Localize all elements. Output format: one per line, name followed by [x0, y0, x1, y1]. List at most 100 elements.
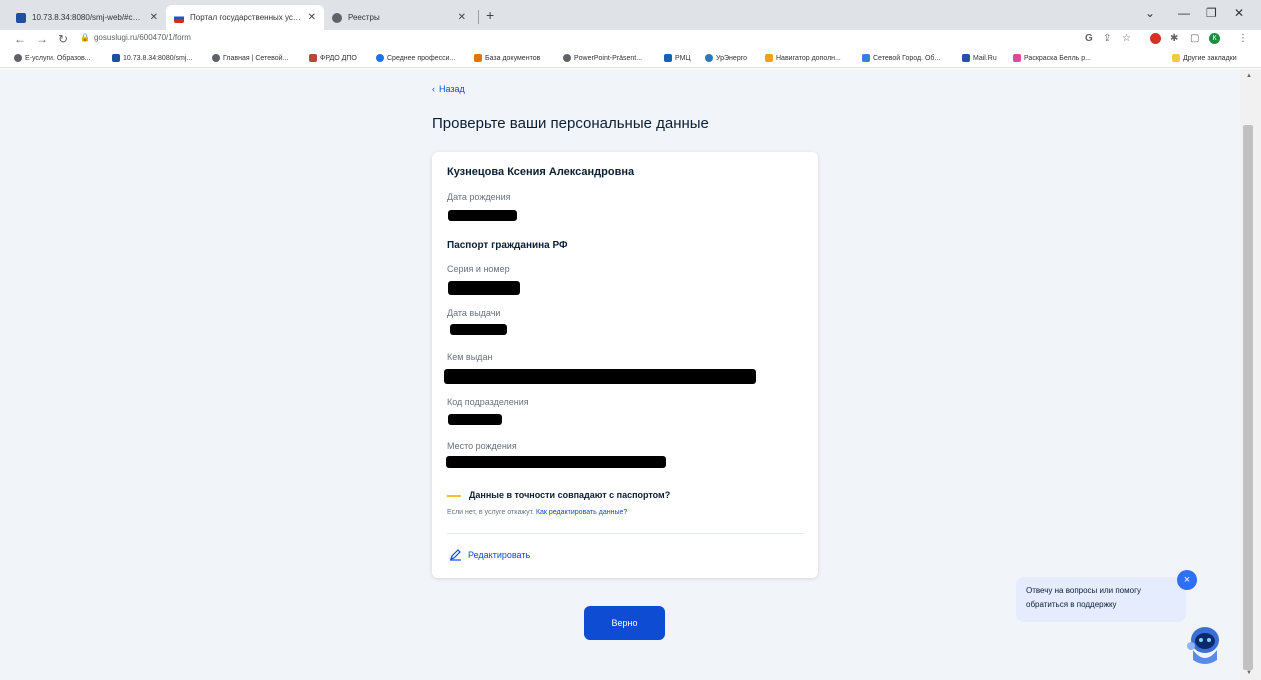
minimize-icon[interactable]: —	[1178, 6, 1190, 20]
bookmark-label: ФРДО ДПО	[320, 54, 357, 62]
new-tab-icon[interactable]: +	[486, 7, 494, 23]
chat-bubble[interactable]: Отвечу на вопросы или помогу обратиться …	[1016, 577, 1186, 622]
close-window-icon[interactable]: ✕	[1234, 6, 1244, 20]
back-link[interactable]: ‹ Назад	[432, 84, 465, 94]
profile-avatar[interactable]: К	[1209, 33, 1220, 44]
bookmark-label: Другие закладки	[1183, 54, 1237, 62]
maximize-icon[interactable]: ❐	[1206, 6, 1217, 20]
bookmark-label: Главная | Сетевой...	[223, 54, 289, 62]
tab-gosuslugi[interactable]: Портал государственных услуг ✕	[166, 5, 324, 30]
dept-code-label: Код подразделения	[447, 397, 529, 407]
chat-message: Отвечу на вопросы или помогу обратиться …	[1026, 586, 1141, 609]
bookmarks-bar: Е-услуги. Образов... 10.73.8.34:8080/smj…	[0, 50, 1261, 68]
address-bar[interactable]: 🔒 gosuslugi.ru/600470/1/form	[80, 33, 191, 42]
bookmark-item[interactable]: Раскраска Белль р...	[1013, 54, 1091, 62]
bookmark-star-icon[interactable]: ☆	[1122, 33, 1131, 44]
folder-icon	[1172, 54, 1180, 62]
birth-date-label: Дата рождения	[447, 192, 511, 202]
match-question: Данные в точности совпадают с паспортом?	[469, 490, 671, 500]
bookmark-label: Сетевой Город. Об...	[873, 54, 941, 62]
forward-arrow-icon[interactable]: →	[36, 32, 48, 46]
bookmark-label: РМЦ	[675, 54, 691, 62]
share-icon[interactable]: ⇪	[1103, 33, 1111, 44]
site-icon	[376, 54, 384, 62]
bookmark-item[interactable]: ФРДО ДПО	[309, 54, 357, 62]
close-tab-icon[interactable]: ✕	[308, 12, 316, 23]
bookmark-item[interactable]: УрЭнерго	[705, 54, 747, 62]
passport-section-title: Паспорт гражданина РФ	[447, 240, 568, 251]
tab-strip: 10.73.8.34:8080/smj-web/#collo ✕ Портал …	[0, 0, 1261, 30]
globe-icon	[212, 54, 220, 62]
tab-title: Реестры	[348, 13, 380, 22]
bookmark-label: УрЭнерго	[716, 54, 748, 62]
bookmark-item[interactable]: 10.73.8.34:8080/smj...	[112, 54, 192, 62]
edit-help-link[interactable]: Как редактировать данные?	[536, 509, 627, 516]
scroll-down-icon[interactable]: ▼	[1246, 670, 1252, 676]
site-icon	[112, 54, 120, 62]
bookmark-item[interactable]: PowerPoint-Präsent...	[563, 54, 642, 62]
tab-smj-web[interactable]: 10.73.8.34:8080/smj-web/#collo ✕	[8, 5, 166, 30]
bookmark-item[interactable]: Главная | Сетевой...	[212, 54, 288, 62]
tab-registry[interactable]: Реестры ✕	[324, 5, 474, 30]
tab-separator	[478, 10, 479, 24]
address-text: gosuslugi.ru/600470/1/form	[93, 33, 191, 42]
match-hint: Если нет, в услуге откажут. Как редактир…	[447, 509, 627, 516]
extension-icon[interactable]	[1150, 33, 1161, 44]
bookmark-item[interactable]: Mail.Ru	[962, 54, 997, 62]
close-tab-icon[interactable]: ✕	[150, 12, 158, 23]
page-title: Проверьте ваши персональные данные	[432, 115, 709, 132]
lock-icon: 🔒	[80, 33, 90, 42]
edit-label: Редактировать	[468, 549, 531, 560]
redacted-issued-by	[444, 369, 756, 384]
tab-search-icon[interactable]: ⌄	[1145, 6, 1155, 20]
other-bookmarks[interactable]: Другие закладки	[1172, 54, 1237, 62]
hint-text: Если нет, в услуге откажут.	[447, 509, 534, 516]
chevron-left-icon: ‹	[432, 84, 435, 94]
site-icon	[474, 54, 482, 62]
bookmark-item[interactable]: Е-услуги. Образов...	[14, 54, 91, 62]
bookmark-item[interactable]: База документов	[474, 54, 540, 62]
browser-toolbar: ← → ↻ 🔒 gosuslugi.ru/600470/1/form G ⇪ ☆…	[0, 30, 1261, 50]
full-name: Кузнецова Ксения Александровна	[447, 166, 635, 178]
confirm-button[interactable]: Верно	[584, 606, 665, 640]
scroll-up-icon[interactable]: ▲	[1246, 73, 1252, 79]
google-icon[interactable]: G	[1085, 33, 1093, 44]
site-icon	[664, 54, 672, 62]
redacted-dept-code	[448, 414, 502, 425]
site-icon	[16, 12, 26, 23]
redacted-birth-place	[446, 456, 666, 468]
scrollbar-thumb[interactable]	[1243, 125, 1253, 670]
bookmark-item[interactable]: Сетевой Город. Об...	[862, 54, 940, 62]
edit-button[interactable]: Редактировать	[449, 548, 530, 561]
divider	[447, 533, 803, 534]
side-panel-icon[interactable]: ▢	[1190, 33, 1199, 44]
bookmark-item[interactable]: Навигатор дополн...	[765, 54, 841, 62]
bookmark-label: Навигатор дополн...	[776, 54, 841, 62]
series-number-label: Серия и номер	[447, 264, 510, 274]
bookmark-label: База документов	[485, 54, 541, 62]
pencil-icon	[450, 549, 461, 561]
globe-icon	[563, 54, 571, 62]
globe-icon	[14, 54, 22, 62]
bookmark-label: Раскраска Белль р...	[1024, 54, 1091, 62]
reload-icon[interactable]: ↻	[58, 32, 68, 46]
extensions-puzzle-icon[interactable]: ✱	[1170, 33, 1178, 44]
close-tab-icon[interactable]: ✕	[458, 12, 466, 23]
menu-dots-icon[interactable]: ⋮	[1238, 33, 1248, 44]
bookmark-item[interactable]: РМЦ	[664, 54, 691, 62]
back-arrow-icon[interactable]: ←	[14, 32, 26, 46]
warning-line	[447, 495, 461, 497]
redacted-birth-date	[448, 210, 517, 221]
bookmark-label: 10.73.8.34:8080/smj...	[123, 54, 193, 62]
close-icon[interactable]: ×	[1177, 570, 1197, 590]
tab-title: 10.73.8.34:8080/smj-web/#collo	[32, 13, 144, 22]
bookmark-item[interactable]: Среднее професси...	[376, 54, 455, 62]
birth-place-label: Место рождения	[447, 441, 517, 451]
site-icon	[962, 54, 970, 62]
issue-date-label: Дата выдачи	[447, 308, 501, 318]
redacted-issue-date	[450, 324, 507, 335]
assistant-robot-icon[interactable]	[1185, 620, 1225, 668]
redacted-series-number	[448, 281, 520, 295]
bookmark-label: Mail.Ru	[973, 54, 997, 62]
site-icon	[765, 54, 773, 62]
